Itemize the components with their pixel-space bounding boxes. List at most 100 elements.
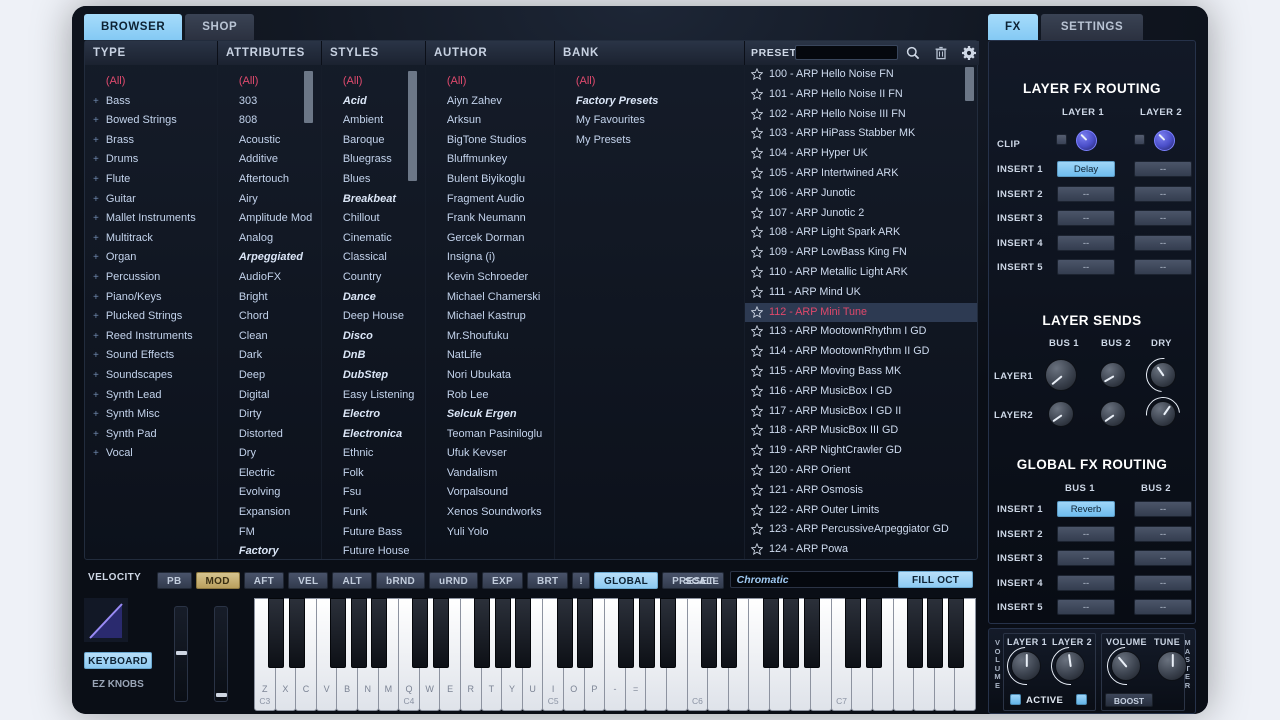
expand-icon[interactable]: + [93,311,99,322]
list-item[interactable]: + Soundscapes [85,366,217,386]
expand-icon[interactable]: + [93,331,99,342]
preset-row[interactable]: 116 - ARP MusicBox I GD [745,382,977,402]
favourite-star-icon[interactable] [751,87,763,100]
perform-button-vel[interactable]: VEL [288,572,329,589]
expand-icon[interactable]: + [93,96,99,107]
tab-fx[interactable]: FX [988,14,1038,40]
list-item[interactable]: +Ufuk Kevser [426,444,554,464]
favourite-star-icon[interactable] [751,384,763,397]
list-item[interactable]: +Mr.Shoufuku [426,327,554,347]
black-key[interactable] [865,598,882,668]
list-item[interactable]: +Deep [218,366,321,386]
perform-button-brnd[interactable]: bRND [376,572,426,589]
tab-shop[interactable]: SHOP [185,14,255,40]
expand-icon[interactable]: + [93,272,99,283]
tab-settings[interactable]: SETTINGS [1040,14,1144,40]
expand-icon[interactable]: + [93,292,99,303]
list-item[interactable]: +Chord [218,307,321,327]
send-knob-layer2-dry[interactable] [1139,390,1187,438]
expand-icon[interactable]: + [93,370,99,381]
list-item[interactable]: + Bass [85,92,217,112]
clip-checkbox-layer1[interactable] [1056,134,1067,145]
list-item[interactable]: +Vorpalsound [426,483,554,503]
column-scrollbar[interactable] [408,71,417,181]
list-item[interactable]: +Expansion [218,503,321,523]
fx-slot-layer1[interactable]: Delay [1057,161,1115,177]
global-fx-slot-bus1[interactable]: -- [1057,525,1115,542]
list-item[interactable]: + Percussion [85,268,217,288]
list-item[interactable]: +Aftertouch [218,170,321,190]
ez-knobs-button[interactable]: EZ KNOBS [84,676,152,693]
list-item[interactable]: + Piano/Keys [85,288,217,308]
preset-list[interactable]: 100 - ARP Hello Noise FN 101 - ARP Hello … [745,65,977,559]
black-key[interactable] [494,598,511,668]
favourite-star-icon[interactable] [751,325,763,338]
perform-button-mod[interactable]: MOD [195,572,240,589]
list-item[interactable]: +Vandalism [426,464,554,484]
list-item[interactable]: +Clean [218,327,321,347]
black-key[interactable] [412,598,429,668]
black-key[interactable] [432,598,449,668]
expand-icon[interactable]: + [93,448,99,459]
preset-row[interactable]: 123 - ARP PercussiveArpeggiator GD [745,520,977,540]
favourite-star-icon[interactable] [751,186,763,199]
favourite-star-icon[interactable] [751,206,763,219]
list-item[interactable]: + Guitar [85,190,217,210]
list-item[interactable]: +Dry [218,444,321,464]
favourite-star-icon[interactable] [751,345,763,358]
favourite-star-icon[interactable] [751,246,763,259]
global-fx-slot-bus1[interactable]: -- [1057,599,1115,615]
favourite-star-icon[interactable] [751,424,763,437]
favourite-star-icon[interactable] [751,166,763,179]
list-item[interactable]: +AudioFX [218,268,321,288]
list-item[interactable]: +(All) [426,72,554,92]
expand-icon[interactable]: + [93,135,99,146]
favourite-star-icon[interactable] [751,147,763,160]
list-item[interactable]: +Digital [218,386,321,406]
send-knob-layer1-bus1[interactable] [1045,359,1077,391]
expand-icon[interactable]: + [93,350,99,361]
favourite-star-icon[interactable] [751,503,763,516]
black-key[interactable] [700,598,717,668]
expand-icon[interactable]: + [93,233,99,244]
list-item[interactable]: +Additive [218,150,321,170]
preset-row[interactable]: 124 - ARP Powa [745,540,977,559]
black-key[interactable] [947,598,964,668]
list-item[interactable]: +Evolving [218,483,321,503]
fill-oct-button[interactable]: FILL OCT [898,571,974,588]
expand-icon[interactable]: + [93,194,99,205]
list-item[interactable]: +Electric [218,464,321,484]
list-item[interactable]: +Ethnic [322,444,425,464]
favourite-star-icon[interactable] [751,444,763,457]
perform-button-global[interactable]: GLOBAL [594,572,659,589]
list-item[interactable]: +Michael Kastrup [426,307,554,327]
list-item[interactable]: +Chillout [322,209,425,229]
preset-row[interactable]: 115 - ARP Moving Bass MK [745,362,977,382]
gear-icon[interactable] [961,45,977,61]
list-item[interactable]: +Bulent Biyikoglu [426,170,554,190]
list-item[interactable]: +Electronica [322,425,425,445]
list-item[interactable]: +Funk [322,503,425,523]
list-item[interactable]: +My Presets [555,131,744,151]
black-key[interactable] [268,598,285,668]
clip-knob-layer2[interactable] [1154,130,1175,151]
list-item[interactable]: +Factory [218,542,321,559]
list-item[interactable]: + Synth Pad [85,425,217,445]
search-icon[interactable] [905,45,921,61]
black-key[interactable] [844,598,861,668]
master-knob-layer1[interactable] [999,639,1053,693]
tab-browser[interactable]: BROWSER [84,14,183,40]
black-key[interactable] [618,598,635,668]
black-key[interactable] [906,598,923,668]
list-item[interactable]: +(All) [85,72,217,92]
preset-row[interactable]: 107 - ARP Junotic 2 [745,204,977,224]
expand-icon[interactable]: + [93,154,99,165]
preset-row[interactable]: 105 - ARP Intertwined ARK [745,164,977,184]
expand-icon[interactable]: + [93,213,99,224]
list-item[interactable]: +Xenos Soundworks [426,503,554,523]
expand-icon[interactable]: + [93,174,99,185]
boost-button[interactable]: BOOST [1105,693,1153,707]
preset-row[interactable]: 111 - ARP Mind UK [745,283,977,303]
list-item[interactable]: +Michael Chamerski [426,288,554,308]
preset-row[interactable]: 104 - ARP Hyper UK [745,144,977,164]
